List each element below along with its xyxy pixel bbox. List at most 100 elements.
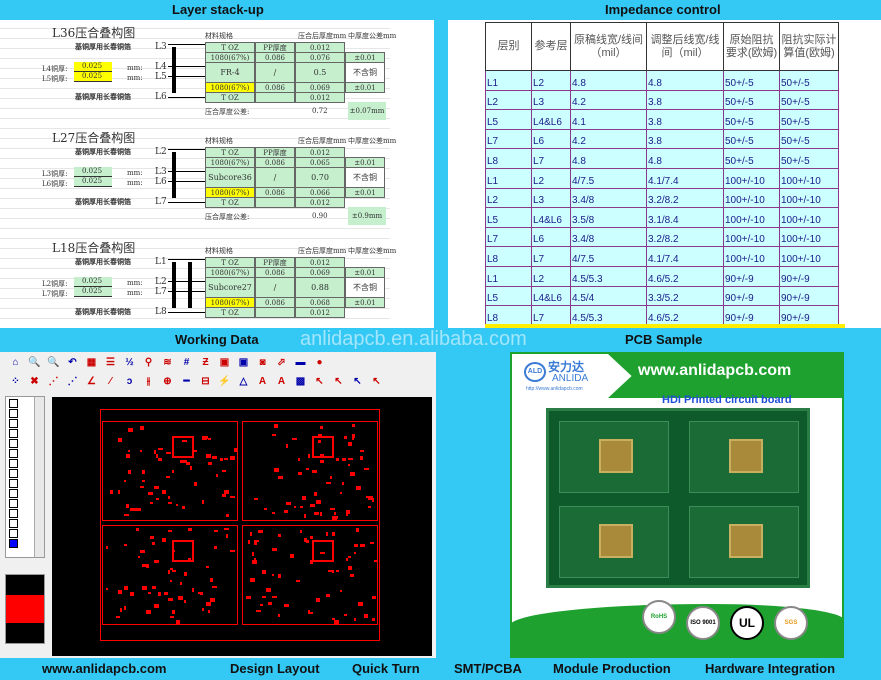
- layer-checkbox[interactable]: [9, 419, 18, 428]
- layer-checkbox[interactable]: [9, 469, 18, 478]
- impedance-cell: 4/7.5: [570, 246, 647, 267]
- footer-service: Hardware Integration: [705, 661, 836, 676]
- pcb-pad: [294, 506, 296, 508]
- pcb-pad: [330, 508, 335, 510]
- layer-checkbox[interactable]: [9, 449, 18, 458]
- impedance-cell: 4.8: [570, 148, 647, 169]
- layer-checkbox[interactable]: [9, 459, 18, 468]
- brand-logo: ALD: [524, 362, 546, 382]
- toolbar-button[interactable]: ⚲: [141, 355, 156, 370]
- layer-checkbox[interactable]: [9, 399, 18, 408]
- toolbar-button[interactable]: ⚡: [217, 374, 232, 389]
- pcb-pad: [124, 480, 126, 482]
- layer-list[interactable]: [5, 396, 45, 558]
- copper-thickness-input[interactable]: 0.025: [74, 167, 112, 177]
- toolbar-button[interactable]: ▬: [293, 355, 308, 370]
- toolbar-button[interactable]: Ƶ: [198, 355, 213, 370]
- toolbar-button[interactable]: ½: [122, 355, 137, 370]
- pcb-pad: [272, 574, 274, 576]
- layer-label: L1: [155, 257, 167, 267]
- impedance-cell: 4.2: [570, 89, 647, 111]
- toolbar-button[interactable]: ⁄: [103, 374, 118, 389]
- impedance-cell: 50+/-5: [779, 148, 839, 169]
- layer-checkbox[interactable]: [9, 409, 18, 418]
- impedance-cell: 50+/-5: [723, 128, 780, 150]
- pcb-pad: [118, 438, 122, 442]
- toolbar-button[interactable]: A: [274, 374, 289, 389]
- layer-checkbox[interactable]: [9, 429, 18, 438]
- toolbar-button[interactable]: ━: [179, 374, 194, 389]
- copper-thickness-input[interactable]: 0.025: [74, 177, 112, 187]
- toolbar-button[interactable]: ⊟: [198, 374, 213, 389]
- pcb-pad: [206, 566, 209, 568]
- copper-thickness-input[interactable]: 0.025: [74, 277, 112, 287]
- toolbar-button[interactable]: ↖: [312, 374, 327, 389]
- impedance-header: 原始阻抗要求(欧姆): [723, 22, 780, 71]
- toolbar-button[interactable]: ▦: [84, 355, 99, 370]
- toolbar-button[interactable]: ●: [312, 355, 327, 370]
- layer-list-scrollbar[interactable]: [34, 397, 44, 557]
- layer-label: L4: [155, 62, 167, 72]
- toolbar-button[interactable]: ↶: [65, 355, 80, 370]
- toolbar-button[interactable]: A: [255, 374, 270, 389]
- toolbar-button[interactable]: ↖: [369, 374, 384, 389]
- board-quadrant: [102, 525, 238, 625]
- toolbar-button[interactable]: ⁘: [8, 374, 23, 389]
- pcb-pad: [230, 550, 235, 552]
- total-thickness-label: 压合厚度公差:: [205, 213, 250, 221]
- toolbar-button[interactable]: ≋: [160, 355, 175, 370]
- total-thickness: 0.72: [312, 107, 328, 115]
- toolbar-button[interactable]: ◙: [255, 355, 270, 370]
- pcb-pad: [106, 588, 108, 590]
- layer-checkbox[interactable]: [9, 489, 18, 498]
- impedance-cell: 100+/-10: [723, 187, 780, 209]
- layer-checkbox[interactable]: [9, 539, 18, 548]
- layer-checkbox[interactable]: [9, 439, 18, 448]
- impedance-cell: 100+/-10: [723, 167, 780, 189]
- layer-label: L2: [155, 277, 167, 287]
- color-swatch[interactable]: [5, 574, 45, 644]
- toolbar-button[interactable]: △: [236, 374, 251, 389]
- impedance-cell: 50+/-5: [779, 109, 839, 130]
- toolbar-button[interactable]: ⬀: [274, 355, 289, 370]
- toolbar-button[interactable]: 🔍: [27, 355, 42, 370]
- toolbar-button[interactable]: ⌂: [8, 355, 23, 370]
- layer-checkbox[interactable]: [9, 479, 18, 488]
- impedance-control-heading: Impedance control: [605, 2, 721, 17]
- layer-label: L5: [155, 72, 167, 82]
- copper-thickness-input[interactable]: 0.025: [74, 72, 112, 82]
- layer-checkbox[interactable]: [9, 509, 18, 518]
- layer-checkbox[interactable]: [9, 529, 18, 538]
- toolbar-button[interactable]: ↖: [331, 374, 346, 389]
- pcb-pad: [106, 546, 108, 549]
- toolbar-button[interactable]: #: [179, 355, 194, 370]
- copper-thickness-input[interactable]: 0.025: [74, 62, 112, 72]
- pcb-design-canvas[interactable]: [52, 397, 432, 656]
- toolbar-button[interactable]: ▣: [236, 355, 251, 370]
- pcb-pad: [298, 472, 302, 475]
- toolbar-button[interactable]: ⋰: [46, 374, 61, 389]
- toolbar-button[interactable]: ▣: [217, 355, 232, 370]
- pcb-pad: [154, 450, 156, 454]
- toolbar-button[interactable]: ⋰: [65, 374, 80, 389]
- pcb-pad: [336, 570, 339, 572]
- impedance-header: 层别: [485, 22, 532, 71]
- toolbar-button[interactable]: ▩: [293, 374, 308, 389]
- toolbar-button[interactable]: ⫲: [141, 374, 156, 389]
- layer-checkbox[interactable]: [9, 499, 18, 508]
- pcb-pad: [274, 468, 279, 472]
- footer-service: Design Layout: [230, 661, 320, 676]
- toolbar-button[interactable]: ↄ: [122, 374, 137, 389]
- section-title: L27压合叠构图: [52, 131, 136, 145]
- toolbar-button[interactable]: ∠: [84, 374, 99, 389]
- toolbar-button[interactable]: ⊕: [160, 374, 175, 389]
- toolbar-button[interactable]: 🔍: [46, 355, 61, 370]
- header-thickness: 压合后厚度mm: [298, 247, 347, 255]
- pcb-pad: [336, 458, 339, 461]
- copper-thickness-input[interactable]: 0.025: [74, 287, 112, 297]
- toolbar-button[interactable]: ↖: [350, 374, 365, 389]
- layer-checkbox[interactable]: [9, 519, 18, 528]
- toolbar-button[interactable]: ✖: [27, 374, 42, 389]
- pcb-pad: [168, 570, 170, 574]
- toolbar-button[interactable]: ☰: [103, 355, 118, 370]
